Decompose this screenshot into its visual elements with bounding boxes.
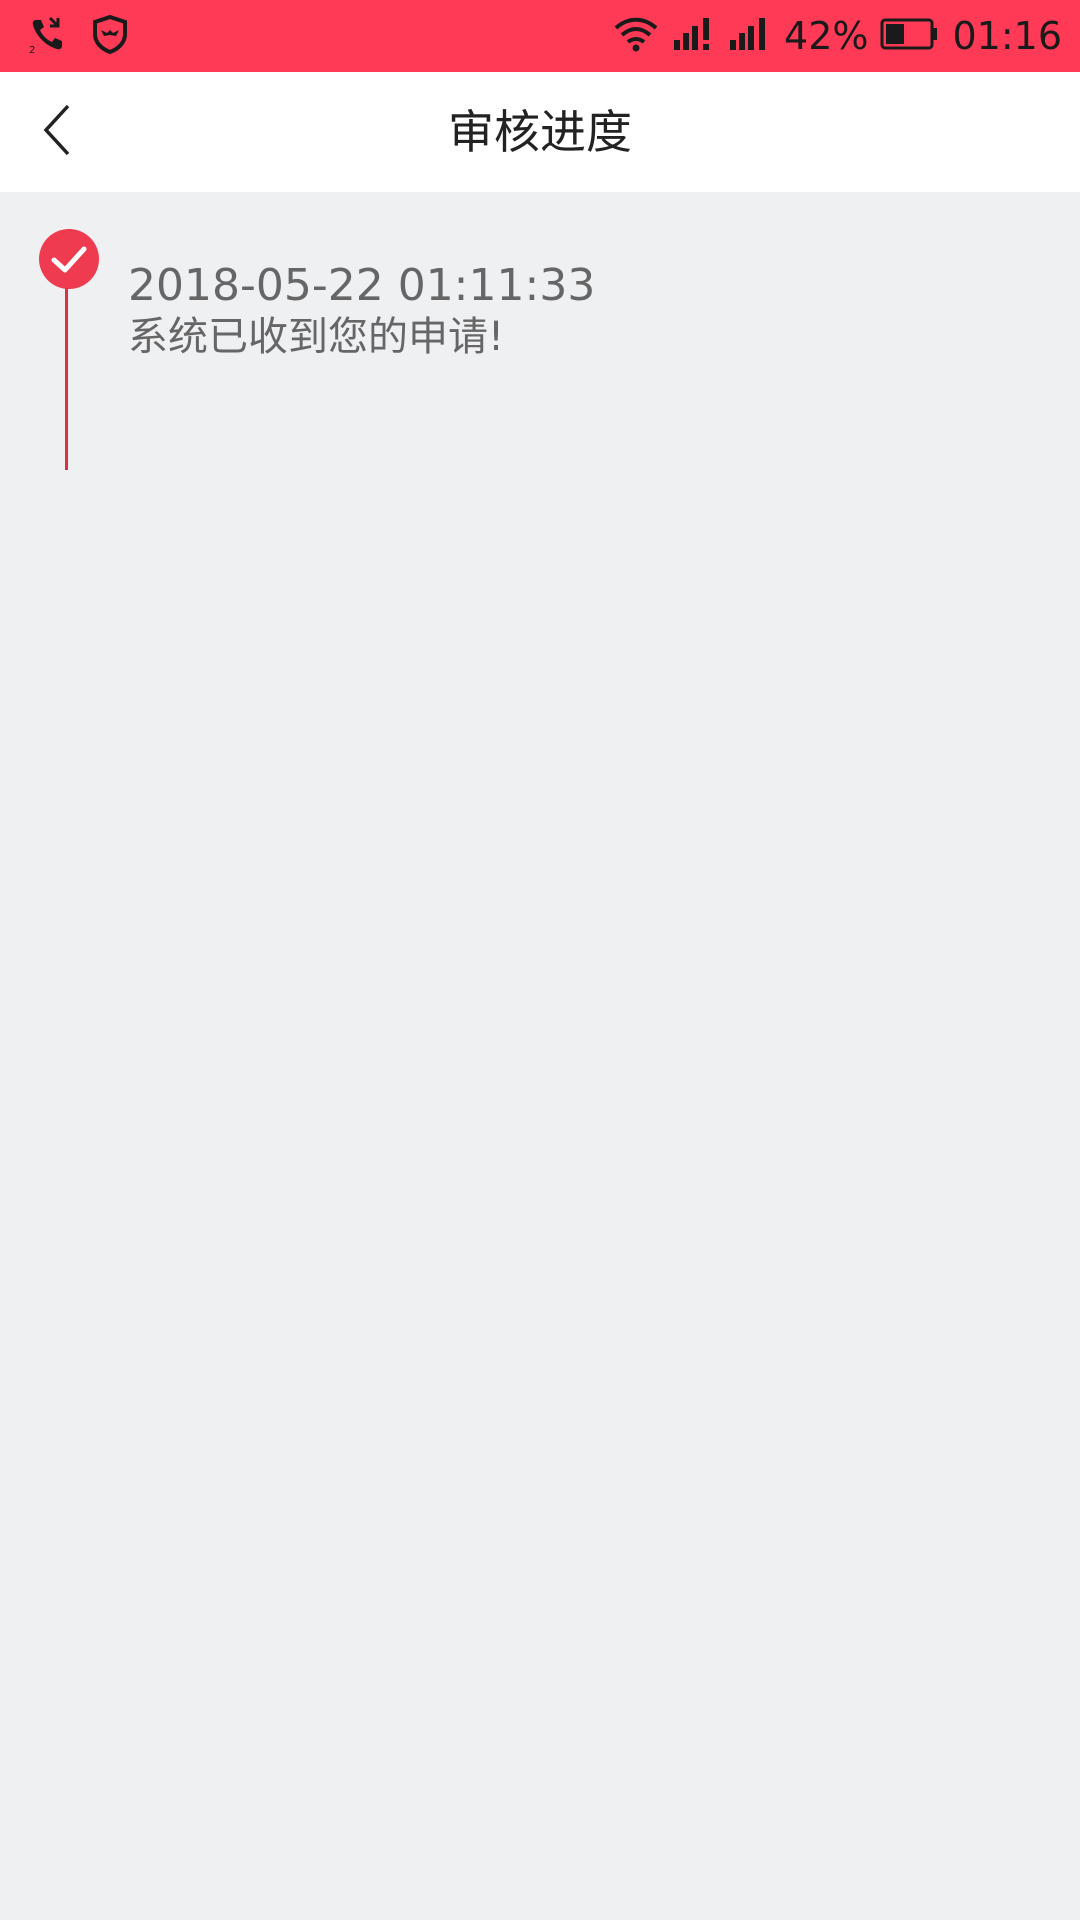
shield-icon: [90, 14, 130, 58]
page-title: 审核进度: [448, 105, 632, 159]
clock: 01:16: [952, 14, 1062, 58]
status-left-icons: 2: [28, 14, 130, 58]
wifi-icon: [612, 14, 660, 58]
status-bar: 2 42% 01:16: [0, 0, 1080, 72]
timeline-line: [65, 288, 68, 470]
missed-call-icon: 2: [28, 14, 68, 58]
nav-bar: 审核进度: [0, 72, 1080, 192]
back-button[interactable]: [18, 92, 98, 172]
chevron-left-icon: [38, 102, 78, 162]
check-circle-icon: [38, 228, 100, 290]
progress-content: 2018-05-22 01:11:33 系统已收到您的申请!: [0, 192, 1080, 1920]
timeline-item: 2018-05-22 01:11:33 系统已收到您的申请!: [0, 228, 1080, 470]
timeline-time: 2018-05-22 01:11:33: [128, 260, 596, 311]
status-right-icons: 42% 01:16: [612, 10, 1062, 62]
signal-sim2-icon: [728, 14, 772, 58]
signal-sim1-icon: [672, 14, 716, 58]
battery-icon: [880, 16, 940, 56]
battery-percent: 42%: [784, 14, 869, 58]
svg-text:2: 2: [29, 45, 35, 54]
timeline-description: 系统已收到您的申请!: [128, 314, 505, 360]
